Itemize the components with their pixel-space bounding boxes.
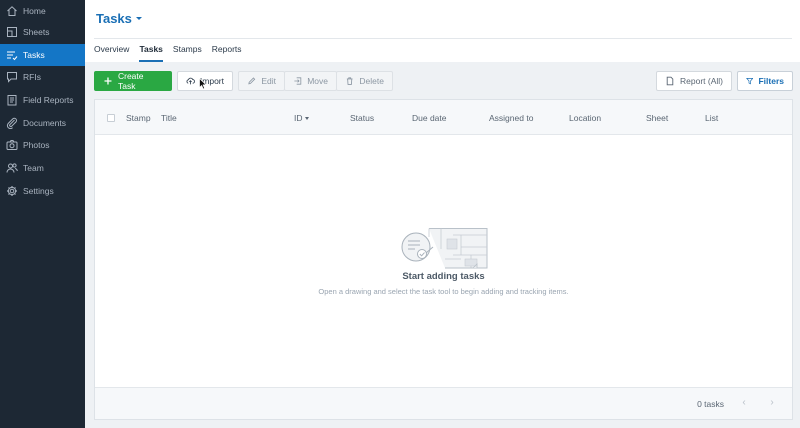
delete-label: Delete	[359, 76, 384, 86]
page-title: Tasks	[96, 11, 132, 26]
edit-label: Edit	[261, 76, 276, 86]
sidebar-item-label: Home	[23, 6, 46, 16]
sidebar-item-label: Documents	[23, 118, 66, 128]
caret-down-icon	[135, 17, 142, 20]
column-header-status[interactable]: Status	[350, 113, 374, 123]
sidebar-item-tasks[interactable]: Tasks	[0, 44, 85, 66]
settings-icon	[5, 185, 18, 198]
move-label: Move	[307, 76, 328, 86]
filters-label: Filters	[758, 76, 784, 86]
column-header-location[interactable]: Location	[569, 113, 601, 123]
previous-page-icon[interactable]: ‹	[738, 397, 750, 409]
sidebar-item-photos[interactable]: Photos	[0, 134, 85, 156]
column-header-due-date[interactable]: Due date	[412, 113, 447, 123]
field-reports-icon	[5, 94, 18, 107]
sidebar-item-team[interactable]: Team	[0, 157, 85, 179]
task-count: 0 tasks	[697, 399, 724, 409]
mouse-cursor-icon	[199, 78, 207, 90]
column-header-sheet[interactable]: Sheet	[646, 113, 668, 123]
photos-icon	[5, 139, 18, 152]
column-header-id[interactable]: ID	[294, 113, 309, 123]
sidebar: Home Sheets Tasks RFIs Field Reports Doc…	[0, 0, 85, 428]
tasks-table: Stamp Title ID Status Due date Assigned …	[94, 99, 793, 420]
pencil-icon	[248, 77, 256, 85]
documents-icon	[5, 117, 18, 130]
sidebar-item-label: Field Reports	[23, 95, 74, 105]
column-header-list[interactable]: List	[705, 113, 718, 123]
table-header: Stamp Title ID Status Due date Assigned …	[95, 100, 792, 135]
filters-button[interactable]: Filters	[737, 71, 793, 91]
column-header-title[interactable]: Title	[161, 113, 177, 123]
sheets-icon	[5, 26, 18, 39]
tab-bar: Overview Tasks Stamps Reports	[94, 44, 252, 62]
cloud-upload-icon	[186, 77, 195, 85]
create-task-button[interactable]: Create Task	[94, 71, 172, 91]
sidebar-item-label: Sheets	[23, 27, 50, 37]
tab-tasks[interactable]: Tasks	[139, 44, 164, 62]
move-icon	[294, 77, 302, 85]
empty-state-title: Start adding tasks	[402, 271, 485, 282]
table-footer: 0 tasks ‹ ›	[95, 387, 792, 419]
create-task-label: Create Task	[117, 71, 144, 91]
plus-icon	[104, 77, 112, 85]
home-icon	[5, 5, 18, 18]
tasks-icon	[5, 49, 18, 62]
file-icon	[666, 76, 674, 86]
divider	[94, 38, 792, 39]
edit-button[interactable]: Edit	[238, 71, 285, 91]
sidebar-item-home[interactable]: Home	[0, 0, 85, 22]
filter-icon	[746, 78, 754, 85]
sort-down-icon	[304, 117, 309, 121]
sidebar-item-documents[interactable]: Documents	[0, 112, 85, 134]
column-header-assigned-to[interactable]: Assigned to	[489, 113, 533, 123]
report-all-button[interactable]: Report (All)	[656, 71, 732, 91]
next-page-icon[interactable]: ›	[766, 397, 778, 409]
empty-tasks-illustration-icon	[401, 228, 488, 269]
sidebar-item-label: RFIs	[23, 72, 41, 82]
report-all-label: Report (All)	[680, 76, 723, 86]
select-all-checkbox[interactable]	[107, 114, 115, 122]
sidebar-item-label: Team	[23, 163, 44, 173]
tab-stamps[interactable]: Stamps	[173, 44, 202, 60]
tab-overview[interactable]: Overview	[94, 44, 129, 60]
column-header-id-label: ID	[294, 113, 303, 123]
trash-icon	[346, 77, 353, 85]
sidebar-item-field-reports[interactable]: Field Reports	[0, 89, 85, 111]
sidebar-item-sheets[interactable]: Sheets	[0, 21, 85, 43]
delete-button[interactable]: Delete	[336, 71, 393, 91]
team-icon	[5, 162, 18, 175]
column-header-stamp[interactable]: Stamp	[126, 113, 151, 123]
sidebar-item-label: Tasks	[23, 50, 45, 60]
rfis-icon	[5, 71, 18, 84]
sidebar-item-label: Photos	[23, 140, 50, 150]
sidebar-item-rfis[interactable]: RFIs	[0, 66, 85, 88]
sidebar-item-label: Settings	[23, 186, 54, 196]
move-button[interactable]: Move	[284, 71, 337, 91]
page-title-dropdown[interactable]: Tasks	[96, 11, 142, 26]
sidebar-item-settings[interactable]: Settings	[0, 180, 85, 202]
empty-state-subtitle: Open a drawing and select the task tool …	[318, 287, 569, 296]
tab-reports[interactable]: Reports	[212, 44, 242, 60]
